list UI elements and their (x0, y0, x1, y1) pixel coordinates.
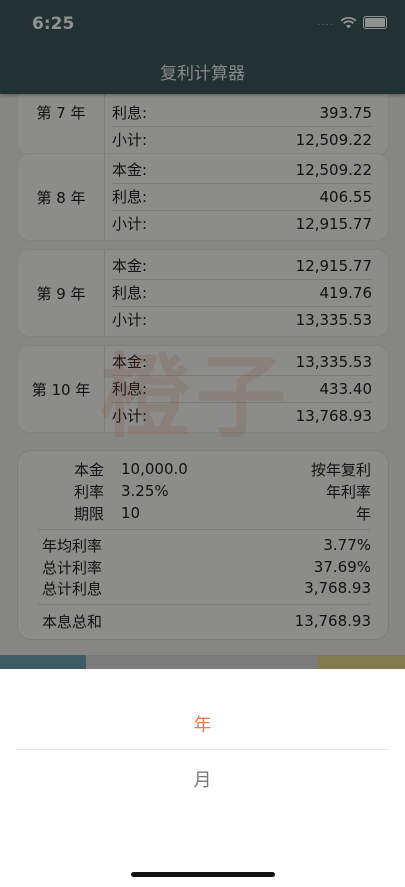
unit-picker-sheet: 年 月 (0, 669, 405, 887)
option-month[interactable]: 月 (0, 766, 405, 792)
modal-backdrop[interactable] (0, 0, 405, 669)
option-divider (16, 749, 389, 750)
option-year[interactable]: 年 (0, 711, 405, 737)
home-indicator (131, 872, 275, 877)
